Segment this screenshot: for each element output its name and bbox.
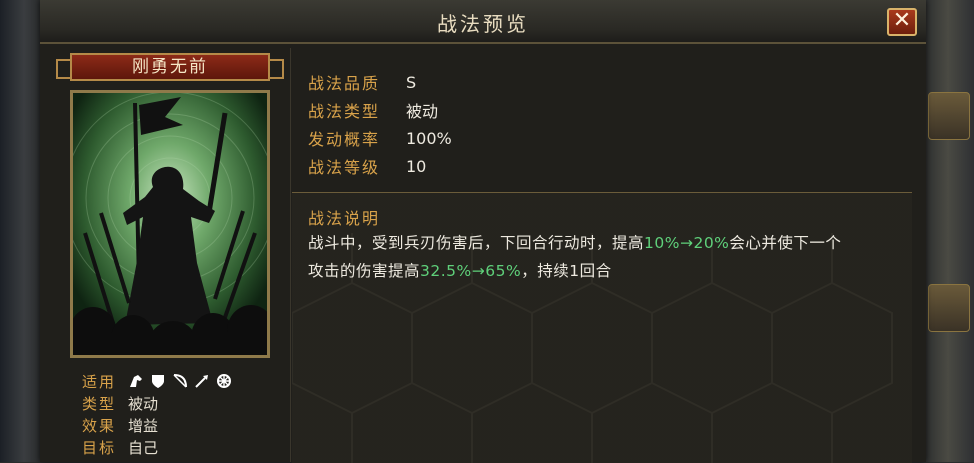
attr-label: 发动概率 — [308, 130, 381, 149]
description-text-part: 战斗中，受到兵刃伤害后，下回合行动时，提高 — [308, 234, 645, 252]
description-text-part: 会心并使下一个 — [729, 234, 842, 252]
dialog-title: 战法预览 — [437, 12, 529, 36]
background-left — [0, 0, 40, 462]
close-icon: ✕ — [892, 8, 912, 33]
meta-label: 类型 — [82, 394, 117, 413]
attr-value: 被动 — [406, 102, 439, 121]
skill-preview-dialog: 战法预览 ✕ 刚勇无前 适用 类型 被动 效果 增益 目标 自己 战法品质 S … — [40, 0, 926, 463]
attr-value: 10 — [406, 156, 427, 176]
description-title: 战法说明 — [308, 209, 381, 228]
attr-row-rate: 发动概率 100% — [308, 124, 452, 152]
cavalry-icon — [128, 373, 144, 389]
column-divider — [290, 48, 291, 462]
background-card — [928, 92, 970, 140]
shield-icon — [150, 373, 166, 389]
meta-label: 目标 — [82, 438, 117, 457]
attr-row-quality: 战法品质 S — [308, 68, 452, 96]
attr-row-level: 战法等级 10 — [308, 152, 452, 180]
troop-icons — [128, 373, 232, 389]
attr-value: S — [406, 72, 417, 92]
meta-label: 效果 — [82, 416, 117, 435]
skill-portrait — [70, 90, 270, 358]
attr-row-type: 战法类型 被动 — [308, 96, 452, 124]
attr-label: 战法品质 — [308, 74, 381, 93]
skill-meta: 适用 类型 被动 效果 增益 目标 自己 — [82, 370, 282, 458]
spear-icon — [194, 373, 210, 389]
description-text-part: ，持续1回合 — [521, 262, 612, 280]
attr-label: 战法类型 — [308, 102, 381, 121]
attr-label: 战法等级 — [308, 158, 381, 177]
bow-icon — [172, 373, 188, 389]
meta-value: 增益 — [128, 416, 159, 435]
siege-icon — [216, 373, 232, 389]
skill-name: 刚勇无前 — [56, 53, 284, 81]
description-highlight: 10%→20% — [644, 234, 730, 252]
meta-label: 适用 — [82, 372, 117, 391]
warrior-banner-portrait — [73, 93, 267, 355]
description-text: 战斗中，受到兵刃伤害后，下回合行动时，提高10%→20%会心并使下一个 攻击的伤… — [308, 229, 908, 285]
description-text-part: 攻击的伤害提高 — [308, 262, 421, 280]
skill-description-box: 战法说明 战斗中，受到兵刃伤害后，下回合行动时，提高10%→20%会心并使下一个… — [292, 192, 912, 463]
meta-row-type: 类型 被动 — [82, 392, 282, 414]
background-card — [928, 284, 970, 332]
meta-value: 被动 — [128, 394, 159, 413]
meta-row-target: 目标 自己 — [82, 436, 282, 458]
meta-row-effect: 效果 增益 — [82, 414, 282, 436]
dialog-titlebar: 战法预览 ✕ — [40, 0, 926, 44]
meta-row-suit: 适用 — [82, 370, 282, 392]
close-button[interactable]: ✕ — [887, 8, 917, 36]
description-highlight: 32.5%→65% — [420, 262, 522, 280]
background-right — [922, 0, 974, 462]
meta-value: 自己 — [128, 438, 159, 457]
skill-attributes: 战法品质 S 战法类型 被动 发动概率 100% 战法等级 10 — [308, 68, 452, 180]
attr-value: 100% — [406, 128, 452, 148]
